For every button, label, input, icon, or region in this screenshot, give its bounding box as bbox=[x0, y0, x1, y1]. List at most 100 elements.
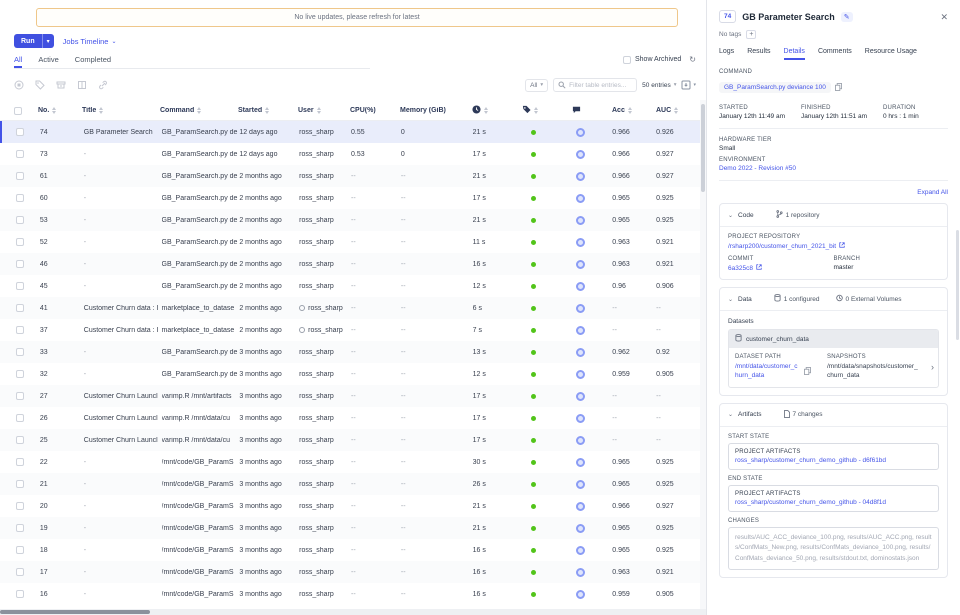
expand-all-link[interactable]: Expand All bbox=[719, 189, 948, 196]
row-checkbox[interactable] bbox=[16, 568, 24, 576]
table-row-25[interactable]: 25Customer Churn Launclvarimp.R /mnt/dat… bbox=[0, 429, 700, 451]
comment-ring-icon[interactable] bbox=[576, 392, 585, 401]
chevron-right-icon[interactable]: › bbox=[931, 362, 934, 372]
comment-ring-icon[interactable] bbox=[576, 282, 585, 291]
row-checkbox[interactable] bbox=[16, 304, 24, 312]
comment-ring-icon[interactable] bbox=[576, 370, 585, 379]
end-state-link[interactable]: ross_sharp/customer_churn_demo_github - … bbox=[735, 499, 932, 506]
column-header-command[interactable]: Command bbox=[160, 107, 238, 114]
table-row-16[interactable]: 16-/mnt/code/GB_ParamS3 months agoross_s… bbox=[0, 583, 700, 605]
row-checkbox[interactable] bbox=[16, 172, 24, 180]
artifacts-section-title[interactable]: Artifacts bbox=[738, 411, 761, 418]
comment-ring-icon[interactable] bbox=[576, 326, 585, 335]
table-row-46[interactable]: 46-GB_ParamSearch.py de2 months agoross_… bbox=[0, 253, 700, 275]
comment-ring-icon[interactable] bbox=[576, 436, 585, 445]
details-tab-details[interactable]: Details bbox=[784, 48, 805, 60]
table-row-37[interactable]: 37Customer Churn data : Imarketplace_to_… bbox=[0, 319, 700, 341]
comment-ring-icon[interactable] bbox=[576, 216, 585, 225]
run-dropdown-caret-icon[interactable]: ▾ bbox=[42, 34, 54, 48]
row-checkbox[interactable] bbox=[16, 128, 24, 136]
project-repository-link[interactable]: /rsharp200/customer_churn_2021_bit bbox=[728, 243, 836, 250]
comment-ring-icon[interactable] bbox=[576, 414, 585, 423]
tab-all[interactable]: All bbox=[14, 55, 22, 68]
run-button-label[interactable]: Run bbox=[14, 34, 42, 48]
comment-ring-icon[interactable] bbox=[576, 260, 585, 269]
row-checkbox[interactable] bbox=[16, 216, 24, 224]
column-header-started[interactable]: Started bbox=[238, 107, 298, 114]
row-checkbox[interactable] bbox=[16, 524, 24, 532]
data-section-title[interactable]: Data bbox=[738, 296, 752, 303]
table-row-74[interactable]: 74GB Parameter SearchGB_ParamSearch.py d… bbox=[0, 121, 700, 143]
add-tag-button[interactable]: + bbox=[746, 30, 756, 39]
column-header-user[interactable]: User bbox=[298, 107, 350, 114]
column-header-acc[interactable]: Acc bbox=[612, 107, 656, 114]
row-checkbox[interactable] bbox=[16, 348, 24, 356]
row-checkbox[interactable] bbox=[16, 436, 24, 444]
table-row-27[interactable]: 27Customer Churn Launclvarimp.R /mnt/art… bbox=[0, 385, 700, 407]
page-size-select[interactable]: 50 entries ▾ bbox=[642, 82, 676, 89]
comment-ring-icon[interactable] bbox=[576, 304, 585, 313]
details-tab-results[interactable]: Results bbox=[747, 48, 770, 60]
table-row-52[interactable]: 52-GB_ParamSearch.py de2 months agoross_… bbox=[0, 231, 700, 253]
jobs-timeline-link[interactable]: Jobs Timeline ⌄ bbox=[63, 37, 117, 46]
row-checkbox[interactable] bbox=[16, 150, 24, 158]
table-row-41[interactable]: 41Customer Churn data : Imarketplace_to_… bbox=[0, 297, 700, 319]
comment-ring-icon[interactable] bbox=[576, 172, 585, 181]
row-checkbox[interactable] bbox=[16, 238, 24, 246]
table-row-21[interactable]: 21-/mnt/code/GB_ParamS3 months agoross_s… bbox=[0, 473, 700, 495]
start-state-link[interactable]: ross_sharp/customer_churn_demo_github - … bbox=[735, 457, 932, 464]
table-row-22[interactable]: 22-/mnt/code/GB_ParamS3 months agoross_s… bbox=[0, 451, 700, 473]
tag-icon[interactable] bbox=[35, 80, 45, 90]
column-header-no[interactable]: No. bbox=[38, 107, 82, 114]
table-row-17[interactable]: 17-/mnt/code/GB_ParamS3 months agoross_s… bbox=[0, 561, 700, 583]
row-checkbox[interactable] bbox=[16, 458, 24, 466]
chevron-down-icon[interactable]: ⌄ bbox=[728, 411, 733, 418]
comment-ring-icon[interactable] bbox=[576, 128, 585, 137]
command-value[interactable]: GB_ParamSearch.py deviance 100 bbox=[719, 82, 831, 93]
comment-ring-icon[interactable] bbox=[576, 150, 585, 159]
comment-ring-icon[interactable] bbox=[576, 524, 585, 533]
comment-ring-icon[interactable] bbox=[576, 546, 585, 555]
row-checkbox[interactable] bbox=[16, 590, 24, 598]
vertical-scrollbar-thumb[interactable] bbox=[701, 104, 705, 192]
table-row-20[interactable]: 20-/mnt/code/GB_ParamS3 months agoross_s… bbox=[0, 495, 700, 517]
copy-icon[interactable] bbox=[804, 362, 811, 380]
external-link-icon[interactable] bbox=[839, 242, 845, 250]
copy-icon[interactable] bbox=[835, 78, 842, 96]
table-row-61[interactable]: 61-GB_ParamSearch.py de2 months agoross_… bbox=[0, 165, 700, 187]
columns-icon[interactable] bbox=[77, 80, 87, 90]
external-link-icon[interactable] bbox=[756, 264, 762, 272]
table-row-18[interactable]: 18-/mnt/code/GB_ParamS3 months agoross_s… bbox=[0, 539, 700, 561]
sort-icon[interactable] bbox=[534, 107, 538, 114]
comment-ring-icon[interactable] bbox=[576, 480, 585, 489]
horizontal-scrollbar[interactable] bbox=[0, 609, 706, 615]
search-input[interactable] bbox=[569, 82, 635, 89]
details-tab-logs[interactable]: Logs bbox=[719, 48, 734, 60]
commit-link[interactable]: 6a325c8 bbox=[728, 265, 753, 272]
code-section-title[interactable]: Code bbox=[738, 212, 754, 219]
column-header-title[interactable]: Title bbox=[82, 107, 160, 114]
comment-ring-icon[interactable] bbox=[576, 568, 585, 577]
row-checkbox[interactable] bbox=[16, 480, 24, 488]
comment-ring-icon[interactable] bbox=[576, 194, 585, 203]
table-row-26[interactable]: 26Customer Churn Launclvarimp.R /mnt/dat… bbox=[0, 407, 700, 429]
row-checkbox[interactable] bbox=[16, 282, 24, 290]
comment-ring-icon[interactable] bbox=[576, 348, 585, 357]
table-row-73[interactable]: 73-GB_ParamSearch.py de12 days agoross_s… bbox=[0, 143, 700, 165]
horizontal-scrollbar-thumb[interactable] bbox=[0, 610, 150, 614]
filter-scope-select[interactable]: All ▾ bbox=[525, 79, 548, 92]
edit-title-icon[interactable]: ✎ bbox=[841, 12, 853, 22]
table-search[interactable] bbox=[553, 78, 637, 92]
sort-icon[interactable] bbox=[99, 107, 103, 114]
comment-ring-icon[interactable] bbox=[576, 238, 585, 247]
chevron-down-icon[interactable]: ⌄ bbox=[728, 296, 733, 303]
comment-ring-icon[interactable] bbox=[576, 502, 585, 511]
row-checkbox[interactable] bbox=[16, 546, 24, 554]
comment-ring-icon[interactable] bbox=[576, 590, 585, 599]
row-checkbox[interactable] bbox=[16, 260, 24, 268]
select-all-checkbox[interactable] bbox=[14, 107, 22, 115]
row-checkbox[interactable] bbox=[16, 502, 24, 510]
sort-icon[interactable] bbox=[317, 107, 321, 114]
tab-completed[interactable]: Completed bbox=[75, 55, 111, 68]
refresh-icon[interactable]: ↻ bbox=[689, 55, 696, 64]
